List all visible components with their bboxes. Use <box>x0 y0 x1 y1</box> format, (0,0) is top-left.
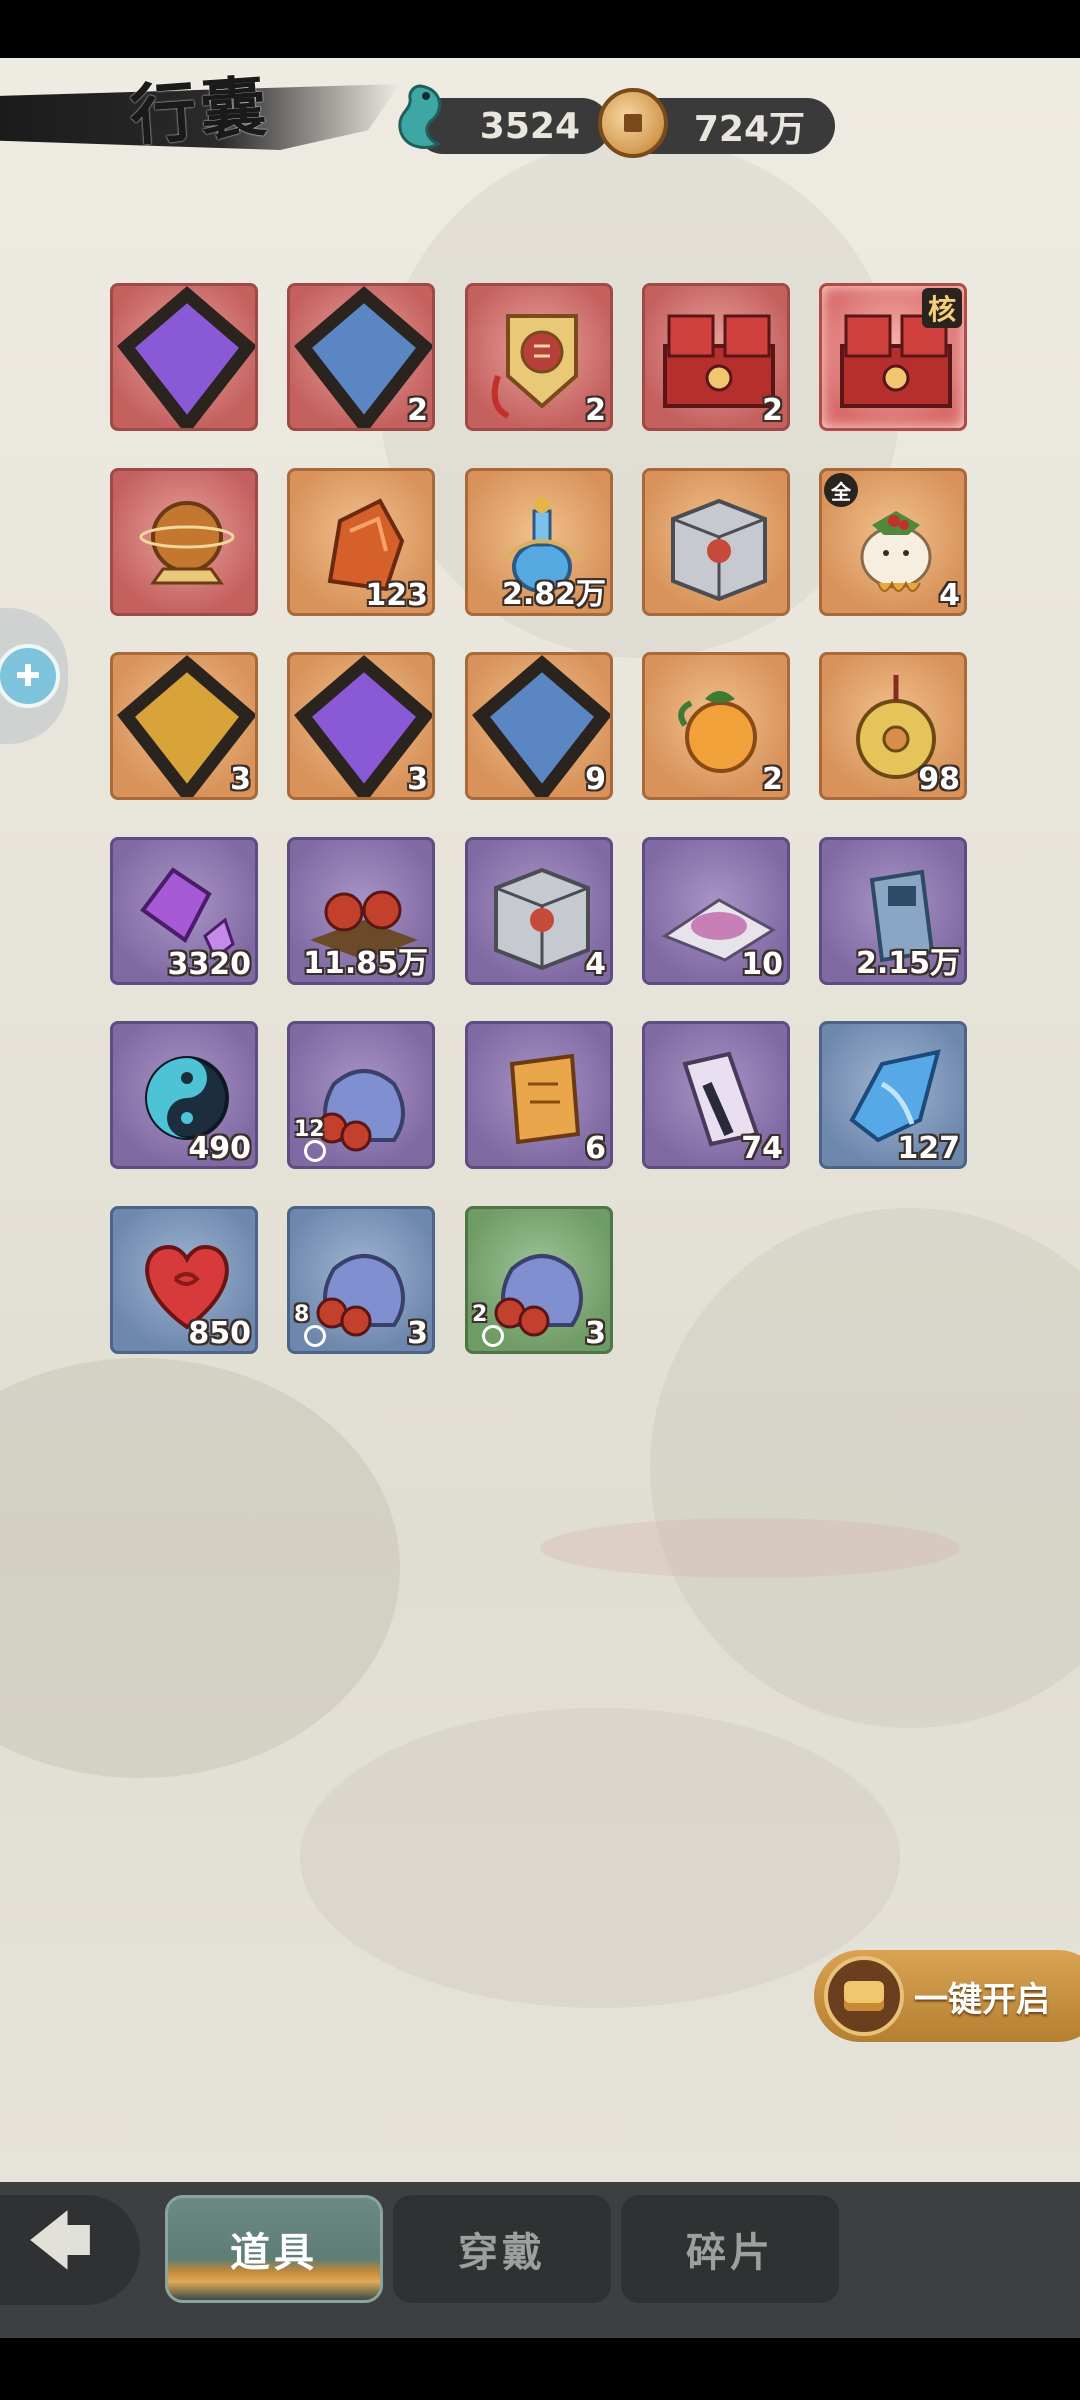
jade-icon <box>398 84 442 149</box>
jade-count: 3524 <box>479 105 580 147</box>
item-count: 850 <box>188 1316 251 1351</box>
inventory-item[interactable] <box>642 468 790 616</box>
inventory-item[interactable]: 2.15万 <box>819 837 967 985</box>
item-sub-count: 12 <box>294 1117 325 1142</box>
item-count: 2.82万 <box>501 577 606 612</box>
coin-icon <box>598 88 668 158</box>
item-count: 10 <box>741 947 783 982</box>
inventory-item[interactable]: 3320 <box>110 837 258 985</box>
inventory-item[interactable]: 2 <box>642 283 790 431</box>
inventory-item[interactable]: 3 <box>110 652 258 800</box>
back-button[interactable]: 🡄 <box>0 2195 140 2305</box>
inventory-item[interactable]: 全4 <box>819 468 967 616</box>
item-count: 3320 <box>167 947 252 982</box>
inventory-item[interactable] <box>110 283 258 431</box>
item-count: 4 <box>939 578 960 613</box>
status-bar <box>0 0 1080 58</box>
timer-icon <box>304 1325 326 1347</box>
tab-items[interactable]: 道具 <box>165 2195 383 2303</box>
item-count: 3 <box>585 1316 606 1351</box>
item-count: 2 <box>585 393 606 428</box>
item-count: 127 <box>897 1131 960 1166</box>
item-count: 2.15万 <box>855 946 960 981</box>
full-badge: 全 <box>824 473 858 507</box>
tab-fragments-label: 碎片 <box>686 2230 774 2276</box>
inventory-item[interactable]: 9 <box>465 652 613 800</box>
coin-count: 724万 <box>693 109 805 150</box>
inventory-item[interactable]: 核 <box>819 283 967 431</box>
item-count: 9 <box>585 762 606 797</box>
inventory-item[interactable]: 4 <box>465 837 613 985</box>
inventory-item[interactable]: 490 <box>110 1021 258 1169</box>
orb-on-stand-icon <box>139 501 235 585</box>
tab-equip[interactable]: 穿戴 <box>393 2195 611 2303</box>
open-all-button[interactable]: 一键开启 <box>814 1950 1080 2042</box>
item-count: 4 <box>585 947 606 982</box>
inventory-item[interactable]: 83 <box>287 1206 435 1354</box>
item-sub-count: 2 <box>472 1302 488 1327</box>
inventory-item[interactable]: 127 <box>819 1021 967 1169</box>
item-count: 490 <box>188 1131 251 1166</box>
item-sub-count: 8 <box>294 1302 310 1327</box>
inventory-item[interactable]: 11.85万 <box>287 837 435 985</box>
item-count: 2 <box>762 393 783 428</box>
item-count: 74 <box>741 1131 783 1166</box>
inventory-item[interactable]: 123 <box>287 468 435 616</box>
item-count: 2 <box>407 393 428 428</box>
back-arrow-icon: 🡄 <box>26 2205 94 2279</box>
item-count: 2 <box>762 762 783 797</box>
inventory-item[interactable]: 2 <box>287 283 435 431</box>
tab-equip-label: 穿戴 <box>458 2230 546 2276</box>
nav-bar <box>0 2338 1080 2400</box>
gamepad-icon: ✚ <box>0 644 60 708</box>
tab-items-label: 道具 <box>230 2230 318 2276</box>
item-count: 123 <box>365 578 428 613</box>
inventory-item[interactable]: 2 <box>642 652 790 800</box>
gem-badge-icon <box>117 286 255 428</box>
inventory-item[interactable]: 6 <box>465 1021 613 1169</box>
item-count: 98 <box>918 762 960 797</box>
inventory-item[interactable]: 2.82万 <box>465 468 613 616</box>
timer-icon <box>482 1325 504 1347</box>
inventory-item[interactable] <box>110 468 258 616</box>
item-count: 3 <box>407 1316 428 1351</box>
timer-icon <box>304 1140 326 1162</box>
core-badge: 核 <box>922 288 962 328</box>
item-count: 11.85万 <box>303 946 428 981</box>
page-title: 行囊 <box>127 67 273 155</box>
inventory-item[interactable]: 2 <box>465 283 613 431</box>
inventory-item[interactable]: 3 <box>287 652 435 800</box>
inventory-item[interactable]: 10 <box>642 837 790 985</box>
item-count: 3 <box>230 762 251 797</box>
item-count: 6 <box>585 1131 606 1166</box>
inventory-item[interactable]: 850 <box>110 1206 258 1354</box>
tab-fragments[interactable]: 碎片 <box>621 2195 839 2303</box>
chest-icon <box>824 1956 904 2036</box>
inventory-item[interactable]: 23 <box>465 1206 613 1354</box>
item-count: 3 <box>407 762 428 797</box>
inventory-item[interactable]: 98 <box>819 652 967 800</box>
inventory-item[interactable]: 74 <box>642 1021 790 1169</box>
inventory-item[interactable]: 12 <box>287 1021 435 1169</box>
open-all-label: 一键开启 <box>914 1979 1050 2020</box>
silver-box-icon <box>671 498 767 602</box>
